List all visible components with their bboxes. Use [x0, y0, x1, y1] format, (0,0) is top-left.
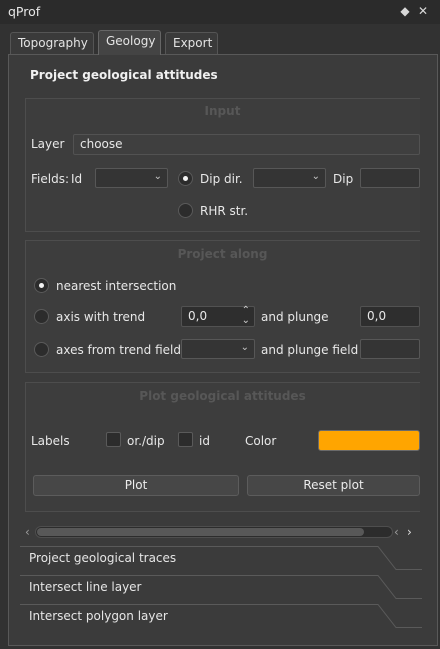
float-icon[interactable]: ◆: [397, 3, 413, 19]
plunge-label: and plunge: [261, 310, 329, 324]
scroll-left-icon[interactable]: ‹: [394, 525, 399, 539]
tab-export[interactable]: Export: [165, 32, 218, 54]
tab-geology[interactable]: Geology: [98, 30, 161, 55]
layer-combo[interactable]: choose: [73, 134, 420, 155]
close-icon[interactable]: ✕: [415, 3, 431, 19]
plunge-field-combo[interactable]: [360, 339, 420, 359]
nearest-radio[interactable]: [34, 278, 49, 293]
dipdir-label: Dip dir.: [200, 172, 243, 186]
id-combo[interactable]: ⌄: [95, 168, 168, 188]
plunge-spinbox[interactable]: 0,0: [360, 306, 420, 327]
plot-button[interactable]: Plot: [33, 475, 239, 496]
nearest-label: nearest intersection: [56, 279, 177, 293]
toolbox-tab-label: Intersect polygon layer: [29, 609, 168, 623]
plunge-field-label: and plunge field: [261, 343, 359, 357]
fields-label: Fields:: [31, 172, 69, 186]
plot-group-title: Plot geological attitudes: [139, 389, 306, 403]
axis-trend-radio[interactable]: [34, 309, 49, 324]
dip-combo[interactable]: [360, 168, 420, 188]
toolbox-project-traces[interactable]: Project geological traces: [20, 547, 420, 576]
reset-plot-button[interactable]: Reset plot: [247, 475, 420, 496]
window-title: qProf: [8, 4, 41, 19]
color-label: Color: [245, 434, 277, 448]
scroll-left-icon[interactable]: ‹: [25, 525, 30, 539]
toolbox-intersect-line[interactable]: Intersect line layer: [20, 576, 420, 605]
layer-label: Layer: [31, 137, 65, 151]
scroll-right-icon[interactable]: ›: [407, 525, 412, 539]
tab-topography[interactable]: Topography: [10, 32, 94, 54]
spin-arrows-icon[interactable]: ⌃ ⌄: [242, 306, 250, 326]
trend-spinbox[interactable]: 0,0 ⌃ ⌄: [181, 306, 255, 327]
axis-trend-label: axis with trend: [56, 310, 146, 324]
input-group-title: Input: [204, 104, 241, 118]
or-dip-label: or./dip: [127, 434, 165, 448]
layer-value: choose: [80, 137, 123, 151]
toolbox-intersect-polygon[interactable]: Intersect polygon layer: [20, 605, 420, 634]
section-title: Project geological attitudes: [30, 68, 218, 82]
plunge-value: 0,0: [367, 309, 387, 323]
rhr-radio[interactable]: [178, 203, 193, 218]
tab-slope-shape: [370, 604, 422, 628]
id-checkbox[interactable]: [178, 432, 193, 447]
id-plot-label: id: [199, 434, 210, 448]
id-label: Id: [71, 172, 83, 186]
dipdir-combo[interactable]: ⌄: [253, 168, 326, 188]
tab-slope-shape: [370, 575, 422, 599]
rhr-label: RHR str.: [200, 204, 249, 218]
axes-field-radio[interactable]: [34, 342, 49, 357]
dip-label: Dip: [333, 172, 354, 186]
or-dip-checkbox[interactable]: [106, 432, 121, 447]
toolbox-tab-label: Intersect line layer: [29, 580, 142, 594]
chevron-down-icon: ⌄: [311, 171, 320, 182]
toolbox-tab-label: Project geological traces: [29, 551, 177, 565]
trend-field-combo[interactable]: ⌄: [181, 339, 255, 359]
labels-label: Labels: [31, 434, 70, 448]
axes-field-label: axes from trend field: [56, 343, 181, 357]
project-along-title: Project along: [177, 247, 268, 261]
chevron-down-icon: ⌄: [153, 171, 162, 182]
scrollbar-thumb[interactable]: [37, 528, 364, 536]
tab-slope-shape: [370, 546, 422, 570]
color-picker-button[interactable]: [318, 430, 420, 451]
title-bar: [0, 0, 440, 24]
trend-value: 0,0: [188, 309, 208, 323]
dipdir-radio[interactable]: [178, 171, 193, 186]
chevron-down-icon: ⌄: [240, 342, 249, 353]
